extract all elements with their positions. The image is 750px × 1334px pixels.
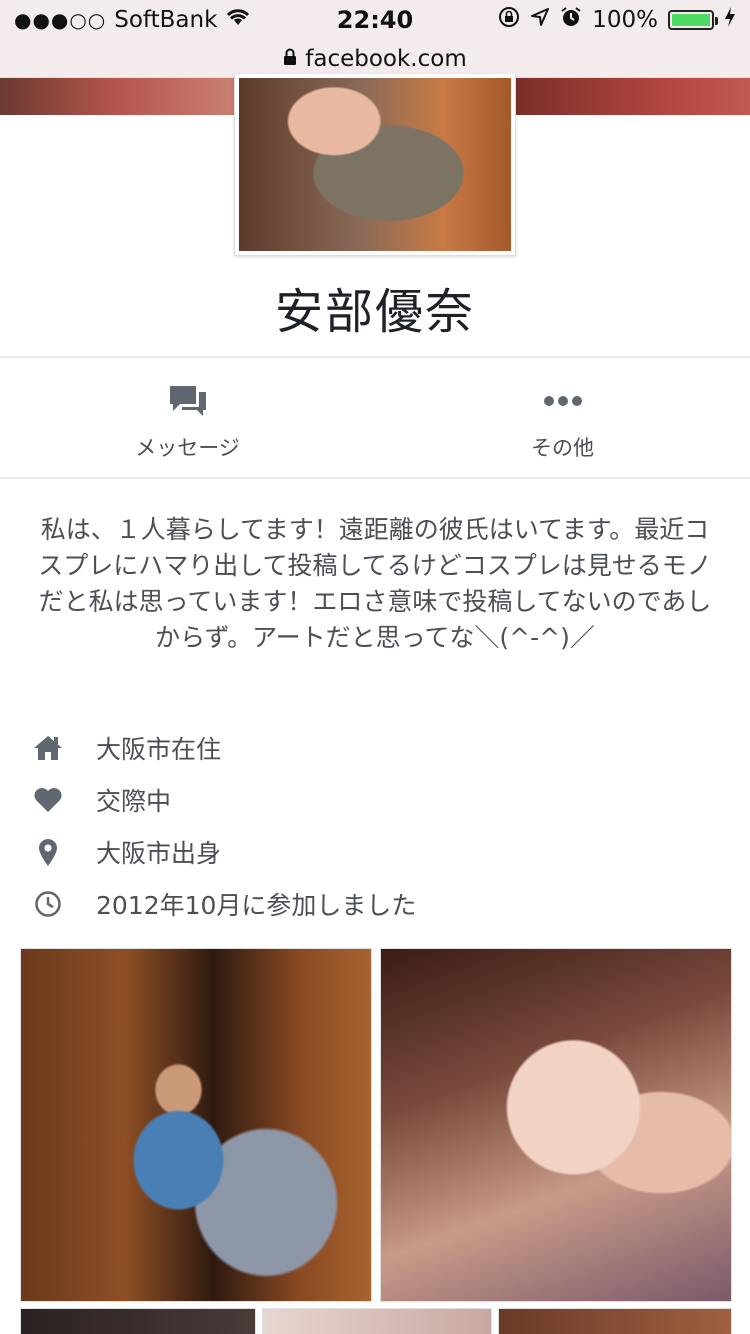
battery-percent: 100% xyxy=(592,7,658,33)
profile-bio: 私は、１人暮らしてます！遠距離の彼氏はいてます。最近コスプレにハマり出して投稿し… xyxy=(38,515,712,652)
url-domain: facebook.com xyxy=(305,45,467,72)
info-joined-text: 2012年10月に参加しました xyxy=(96,891,417,920)
status-left: ●●●○○ SoftBank xyxy=(14,7,251,33)
url-bar[interactable]: facebook.com xyxy=(0,40,750,78)
more-label: その他 xyxy=(531,436,594,460)
profile-actions: メッセージ その他 xyxy=(0,358,750,478)
message-label: メッセージ xyxy=(135,436,240,460)
info-row-relationship: 交際中 xyxy=(32,774,722,826)
alarm-icon xyxy=(560,6,582,34)
photo-thumbnail[interactable] xyxy=(20,1308,256,1334)
home-icon xyxy=(32,732,64,764)
message-icon xyxy=(168,384,208,422)
info-row-hometown: 大阪市出身 xyxy=(32,826,722,878)
message-button[interactable]: メッセージ xyxy=(0,358,375,478)
more-button[interactable]: その他 xyxy=(375,358,750,478)
profile-picture[interactable] xyxy=(234,74,516,256)
location-pin-icon xyxy=(32,836,64,868)
profile-info-list: 大阪市在住 交際中 大阪市出身 2012年10月に参加しました xyxy=(32,722,722,930)
photo-thumbnail[interactable] xyxy=(262,1308,492,1334)
clock-icon xyxy=(32,888,64,920)
info-row-joined: 2012年10月に参加しました xyxy=(32,878,722,930)
signal-strength-icon: ●●●○○ xyxy=(14,8,107,32)
wifi-icon xyxy=(225,7,251,33)
location-arrow-icon xyxy=(530,7,550,33)
battery-icon xyxy=(668,10,718,30)
profile-picture-image xyxy=(239,78,511,251)
cover-photo-right[interactable] xyxy=(514,78,750,115)
charging-icon xyxy=(724,6,736,34)
cover-photo-left[interactable] xyxy=(0,78,236,115)
photo-thumbnail[interactable] xyxy=(20,948,372,1302)
heart-icon xyxy=(32,784,64,816)
rotation-lock-icon xyxy=(498,6,520,34)
lock-icon xyxy=(283,46,297,72)
info-residence-text: 大阪市在住 xyxy=(96,735,222,764)
status-right: 100% xyxy=(498,6,736,34)
info-hometown-text: 大阪市出身 xyxy=(96,839,222,868)
photo-thumbnail[interactable] xyxy=(498,1308,732,1334)
photo-thumbnail[interactable] xyxy=(380,948,732,1302)
info-row-residence: 大阪市在住 xyxy=(32,722,722,774)
profile-name: 安部優奈 xyxy=(274,284,475,340)
divider-bottom xyxy=(0,477,750,479)
info-relationship-text: 交際中 xyxy=(96,787,172,816)
status-bar: ●●●○○ SoftBank 22:40 100% xyxy=(0,0,750,40)
more-icon xyxy=(542,384,584,422)
carrier-name: SoftBank xyxy=(114,7,218,33)
